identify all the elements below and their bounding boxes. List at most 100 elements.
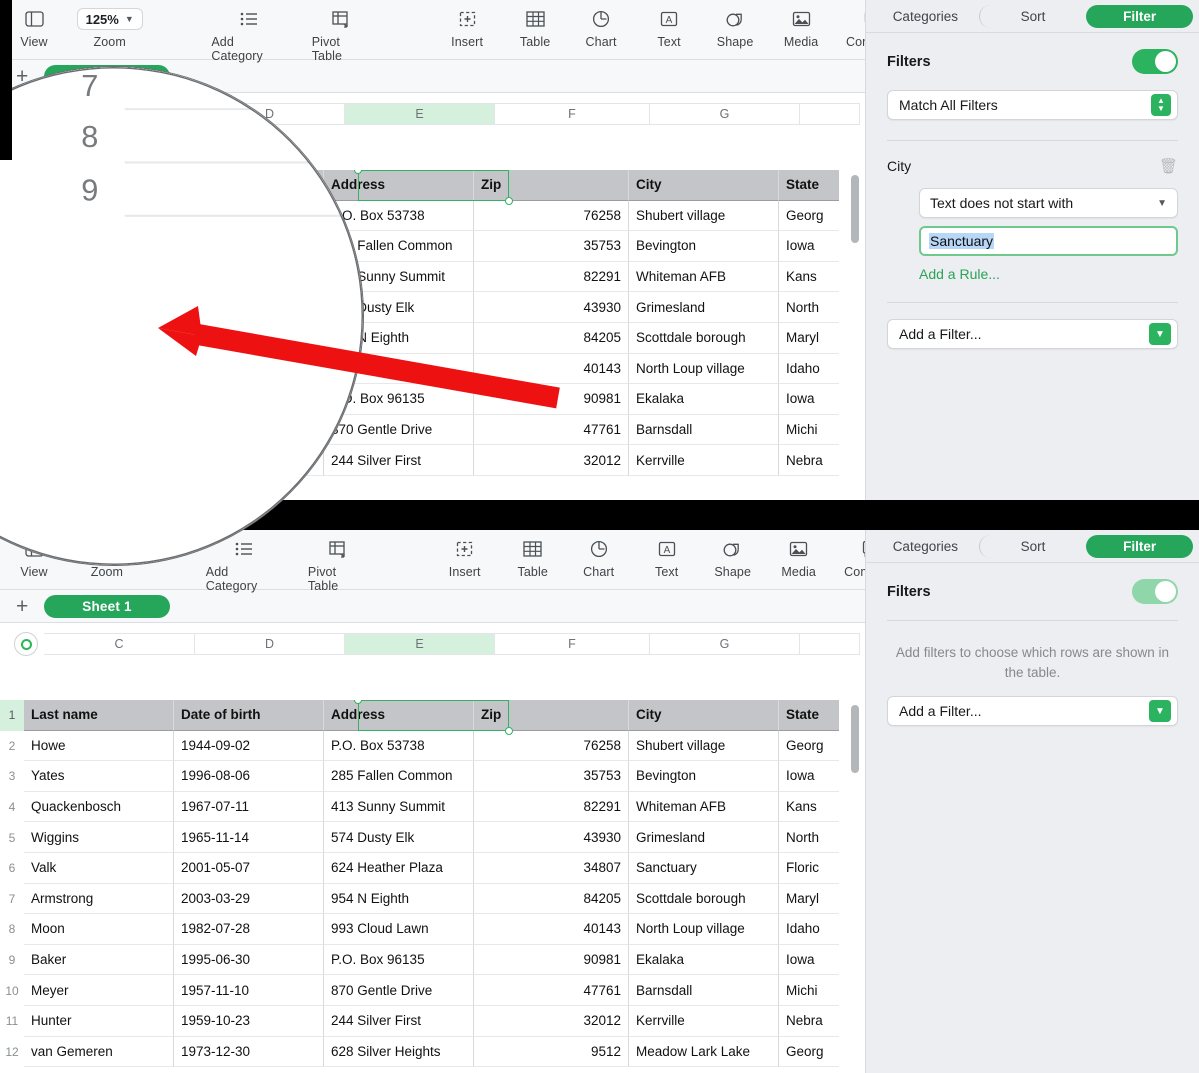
toolbar-table-bottom[interactable]: Table	[513, 530, 553, 579]
cell-dob[interactable]: 1944-09-02	[174, 731, 324, 762]
row-number[interactable]: 7	[0, 884, 24, 915]
toolbar-media-bottom[interactable]: Media	[779, 530, 819, 579]
table-row[interactable]: 3Yates1996-08-06285 Fallen Common35753Be…	[0, 761, 865, 792]
add-filter-popup-bottom[interactable]: Add a Filter... ▼	[887, 696, 1178, 726]
add-filter-popup-top[interactable]: Add a Filter... ▼	[887, 319, 1178, 349]
cell-zip[interactable]: 35753	[474, 761, 629, 792]
tab-filter-bottom[interactable]: Filter	[1086, 535, 1193, 558]
cell-zip[interactable]: 34807	[474, 853, 629, 884]
cell-last-name[interactable]: Quackenbosch	[24, 792, 174, 823]
column-header-g[interactable]: G	[650, 103, 800, 125]
cell-state[interactable]: Nebra	[779, 445, 839, 476]
cell-address[interactable]: 954 N Eighth	[324, 884, 474, 915]
cell-state[interactable]: North	[779, 822, 839, 853]
cell-address[interactable]: P.O. Box 96135	[324, 945, 474, 976]
cell-address[interactable]: 870 Gentle Drive	[324, 975, 474, 1006]
row-number[interactable]: 4	[0, 792, 24, 823]
row-number[interactable]: 2	[0, 731, 24, 762]
cell-city[interactable]: Kerrville	[629, 445, 779, 476]
cell-address[interactable]: P.O. Box 53738	[324, 731, 474, 762]
cell-state[interactable]: Maryl	[779, 323, 839, 354]
cell-city[interactable]: Meadow Lark Lake	[629, 1037, 779, 1068]
sheet-tab-sheet1-bottom[interactable]: Sheet 1	[44, 595, 169, 618]
tab-categories-bottom[interactable]: Categories	[872, 535, 979, 558]
add-sheet-button-bottom[interactable]: +	[12, 596, 32, 617]
cell-dob[interactable]: 2003-03-29	[174, 884, 324, 915]
cell-state[interactable]: Georg	[779, 1037, 839, 1068]
cell-city[interactable]: Bevington	[629, 231, 779, 262]
table-row[interactable]: 6Valk2001-05-07624 Heather Plaza34807San…	[0, 853, 865, 884]
cell-city[interactable]: Grimesland	[629, 822, 779, 853]
cell-city[interactable]: Barnsdall	[629, 975, 779, 1006]
column-header-f-bottom[interactable]: F	[495, 633, 650, 655]
selection-handle-bottomright[interactable]	[505, 197, 513, 205]
column-header-g-bottom[interactable]: G	[650, 633, 800, 655]
table-row[interactable]: 10Meyer1957-11-10870 Gentle Drive47761Ba…	[0, 975, 865, 1006]
row-number[interactable]: 3	[0, 761, 24, 792]
row-number[interactable]: 8	[0, 914, 24, 945]
cell-address[interactable]: 624 Heather Plaza	[324, 853, 474, 884]
cell-last-name[interactable]: Hunter	[24, 1006, 174, 1037]
toolbar-shape-bottom[interactable]: Shape	[713, 530, 753, 579]
column-header-c-bottom[interactable]: C	[44, 633, 195, 655]
tab-sort-bottom[interactable]: Sort	[979, 535, 1087, 558]
cell-state[interactable]: Nebra	[779, 1006, 839, 1037]
toolbar-chart[interactable]: Chart	[581, 0, 621, 49]
cell-state[interactable]: Iowa	[779, 231, 839, 262]
toolbar-insert[interactable]: Insert	[447, 0, 487, 49]
toolbar-text-bottom[interactable]: A Text	[647, 530, 687, 579]
vertical-scrollbar-bottom[interactable]	[851, 705, 859, 773]
table-row[interactable]: 11Hunter1959-10-23244 Silver First32012K…	[0, 1006, 865, 1037]
column-header-h-bottom[interactable]	[800, 633, 860, 655]
toolbar-view[interactable]: View	[14, 0, 54, 49]
filter-condition-select[interactable]: Text does not start with ▼	[919, 188, 1178, 218]
cell-state[interactable]: North	[779, 292, 839, 323]
add-rule-link[interactable]: Add a Rule...	[919, 266, 1178, 282]
cell-city[interactable]: Whiteman AFB	[629, 792, 779, 823]
cell-state[interactable]: Idaho	[779, 354, 839, 385]
cell-last-name[interactable]: Armstrong	[24, 884, 174, 915]
cell-dob[interactable]: 1973-12-30	[174, 1037, 324, 1068]
cell-state[interactable]: Michi	[779, 415, 839, 446]
vertical-scrollbar-top[interactable]	[851, 175, 859, 243]
cell-address[interactable]: 870 Gentle Drive	[324, 415, 474, 446]
cell-state[interactable]: Floric	[779, 853, 839, 884]
toolbar-pivot-table-bottom[interactable]: Pivot Table	[308, 530, 369, 593]
table-row[interactable]: 5Wiggins1965-11-14574 Dusty Elk43930Grim…	[0, 822, 865, 853]
row-number[interactable]: 9	[0, 945, 24, 976]
cell-city[interactable]: Scottdale borough	[629, 884, 779, 915]
row-number-1[interactable]: 1	[0, 700, 24, 731]
chevron-down-icon[interactable]: ▼	[1149, 700, 1171, 722]
cell-last-name[interactable]: Yates	[24, 761, 174, 792]
tab-filter[interactable]: Filter	[1086, 5, 1193, 28]
cell-last-name[interactable]: Moon	[24, 914, 174, 945]
cell-dob[interactable]: 1995-06-30	[174, 945, 324, 976]
cell-zip[interactable]: 35753	[474, 231, 629, 262]
cell-zip[interactable]: 47761	[474, 975, 629, 1006]
cell-zip[interactable]: 9512	[474, 1037, 629, 1068]
toolbar-zoom[interactable]: 125% ▼ Zoom	[78, 0, 141, 49]
cell-zip[interactable]: 82291	[474, 792, 629, 823]
cell-address[interactable]: 244 Silver First	[324, 445, 474, 476]
cell-zip[interactable]: 76258	[474, 731, 629, 762]
cell-city[interactable]: North Loup village	[629, 914, 779, 945]
toolbar-shape[interactable]: Shape	[715, 0, 755, 49]
cell-dob[interactable]: 1982-07-28	[174, 914, 324, 945]
cell-state[interactable]: Georg	[779, 201, 839, 232]
tab-sort[interactable]: Sort	[979, 5, 1087, 28]
stepper-icon[interactable]: ▲▼	[1151, 94, 1171, 116]
column-header-d-bottom[interactable]: D	[195, 633, 345, 655]
trash-icon[interactable]: 🗑	[1159, 157, 1178, 175]
row-number[interactable]: 10	[0, 975, 24, 1006]
filter-value-input[interactable]: Sanctuary	[919, 226, 1178, 256]
cell-zip[interactable]: 82291	[474, 262, 629, 293]
cell-state[interactable]: Kans	[779, 792, 839, 823]
toolbar-pivot-table[interactable]: Pivot Table	[312, 0, 371, 63]
cell-last-name[interactable]: Valk	[24, 853, 174, 884]
cell-last-name[interactable]: Baker	[24, 945, 174, 976]
cell-zip[interactable]: 47761	[474, 415, 629, 446]
cell-city[interactable]: Grimesland	[629, 292, 779, 323]
row-number[interactable]: 6	[0, 853, 24, 884]
cell-dob[interactable]: 2001-05-07	[174, 853, 324, 884]
cell-zip[interactable]: 84205	[474, 884, 629, 915]
